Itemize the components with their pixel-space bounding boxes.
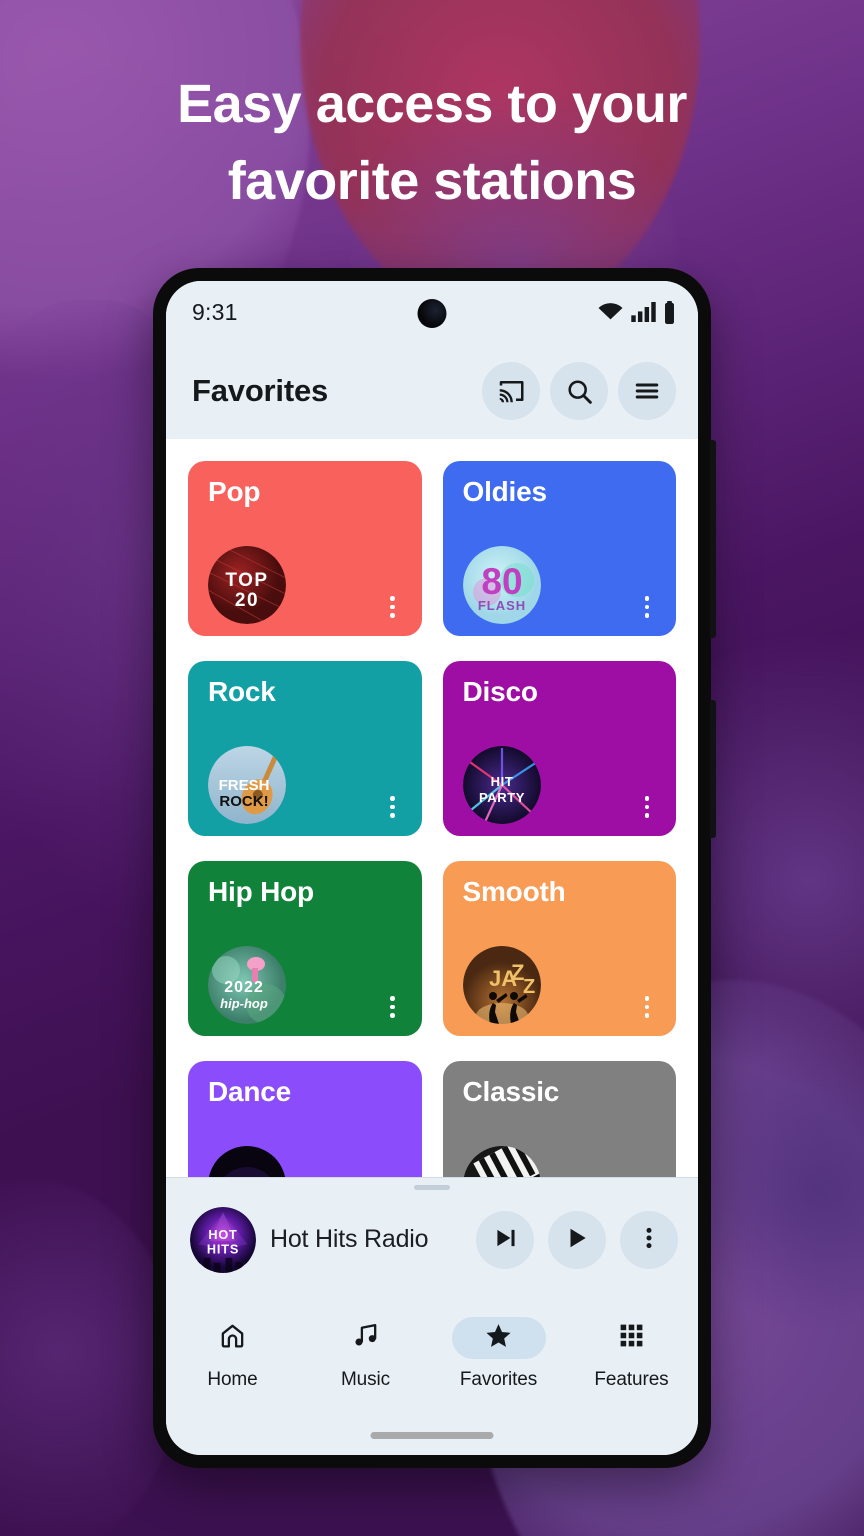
- play-icon: [564, 1225, 590, 1254]
- station-grid: Pop TOP 20 Oldies 80 FLASH Rock FRESH RO…: [188, 461, 676, 1177]
- player-drag-handle[interactable]: [414, 1185, 450, 1190]
- station-overflow-menu[interactable]: [636, 992, 658, 1022]
- svg-text:2022: 2022: [224, 979, 264, 996]
- station-title: Oldies: [462, 476, 548, 507]
- skip-next-icon: [492, 1225, 518, 1254]
- nav-label: Home: [207, 1369, 258, 1390]
- phone-mockup: 9:31 Favorites Pop TOP 20 Oldies 80 FLAS…: [153, 268, 716, 1468]
- menu-button[interactable]: [618, 362, 676, 420]
- station-title: Hip Hop: [208, 876, 314, 907]
- station-overflow-menu[interactable]: [382, 992, 404, 1022]
- station-title: Disco: [462, 676, 538, 707]
- top20-artwork: TOP 20: [208, 546, 286, 624]
- search-button[interactable]: [550, 362, 608, 420]
- station-card-disco[interactable]: Disco HIT PARTY: [442, 661, 676, 836]
- cellular-signal-icon: [631, 302, 656, 322]
- svg-text:ROCK!: ROCK!: [219, 793, 268, 810]
- status-bar: 9:31: [166, 281, 698, 343]
- nav-label: Music: [340, 1369, 391, 1390]
- menu-icon: [632, 376, 662, 406]
- station-card-pop[interactable]: Pop TOP 20: [188, 461, 422, 636]
- svg-text:hip-hop: hip-hop: [220, 996, 268, 1011]
- hiphop2022-artwork: 2022 hip-hop: [208, 946, 286, 1024]
- headline-line-1: Easy access to your: [177, 74, 687, 134]
- app-bar: Favorites: [166, 343, 698, 439]
- svg-text:HIT: HIT: [490, 774, 513, 789]
- page-title: Favorites: [192, 373, 329, 408]
- nav-pill-active: [451, 1317, 546, 1359]
- station-card-classic[interactable]: Classic: [442, 1061, 676, 1177]
- nav-pill: [186, 1317, 280, 1359]
- mini-player[interactable]: HOT HITS Hot Hits Radio: [166, 1177, 698, 1301]
- music-note-icon: [351, 1321, 380, 1355]
- nav-item-features[interactable]: Features: [565, 1317, 698, 1391]
- nav-label: Favorites: [459, 1369, 538, 1390]
- headline-line-2: favorite stations: [227, 150, 637, 211]
- more-vertical-icon: [636, 1225, 662, 1254]
- station-card-oldies[interactable]: Oldies 80 FLASH: [442, 461, 676, 636]
- nav-item-home[interactable]: Home: [166, 1317, 299, 1391]
- svg-text:20: 20: [235, 590, 259, 611]
- promo-headline: Easy access to your favorite stations: [0, 66, 864, 219]
- cast-icon: [496, 376, 526, 406]
- station-card-smooth[interactable]: Smooth JA Z Z: [442, 861, 676, 1036]
- svg-text:FLASH: FLASH: [477, 598, 525, 613]
- dance-artwork: Dance: [208, 1146, 286, 1177]
- station-overflow-menu[interactable]: [382, 592, 404, 622]
- grid-icon: [617, 1321, 646, 1355]
- phone-screen: 9:31 Favorites Pop TOP 20 Oldies 80 FLAS…: [166, 281, 698, 1455]
- station-overflow-menu[interactable]: [636, 792, 658, 822]
- home-icon: [218, 1321, 247, 1355]
- station-title: Rock: [208, 676, 276, 707]
- svg-text:Z: Z: [523, 976, 535, 998]
- station-title: Smooth: [462, 876, 566, 907]
- station-title: Pop: [208, 476, 261, 507]
- nav-pill: [319, 1317, 413, 1359]
- station-card-dance[interactable]: Dance: [188, 1061, 422, 1177]
- station-grid-container: Pop TOP 20 Oldies 80 FLASH Rock FRESH RO…: [166, 439, 698, 1177]
- cast-button[interactable]: [482, 362, 540, 420]
- power-button[interactable]: [710, 700, 716, 838]
- softpiano-artwork: Soft Piano: [463, 1146, 541, 1177]
- svg-text:PARTY: PARTY: [478, 790, 524, 805]
- station-overflow-menu[interactable]: [382, 792, 404, 822]
- svg-text:TOP: TOP: [225, 570, 268, 591]
- svg-text:HOT: HOT: [208, 1228, 237, 1242]
- svg-text:HITS: HITS: [207, 1242, 239, 1256]
- front-camera-punch-hole: [417, 299, 447, 328]
- freshrock-artwork: FRESH ROCK!: [208, 746, 286, 824]
- volume-button[interactable]: [710, 440, 716, 638]
- wifi-icon: [597, 302, 624, 322]
- status-clock: 9:31: [192, 298, 238, 325]
- search-icon: [565, 377, 594, 406]
- star-icon: [484, 1321, 513, 1355]
- svg-text:80: 80: [481, 561, 522, 602]
- more-options-button[interactable]: [620, 1210, 678, 1269]
- 80flash-artwork: 80 FLASH: [462, 546, 541, 624]
- nav-item-favorites[interactable]: Favorites: [432, 1317, 565, 1391]
- nav-item-music[interactable]: Music: [299, 1317, 432, 1391]
- nav-pill: [585, 1317, 679, 1359]
- svg-text:FRESH: FRESH: [219, 777, 270, 794]
- nav-label: Features: [594, 1369, 669, 1390]
- status-icon-group: [597, 300, 676, 324]
- hothits-artwork: HOT HITS: [190, 1206, 256, 1273]
- now-playing-title: Hot Hits Radio: [270, 1225, 429, 1253]
- skip-next-button[interactable]: [476, 1210, 534, 1269]
- play-button[interactable]: [548, 1210, 606, 1269]
- station-overflow-menu[interactable]: [636, 592, 658, 622]
- bottom-navigation: Home Music Favorites Features: [166, 1301, 698, 1455]
- jazz-artwork: JA Z Z: [462, 946, 541, 1024]
- gesture-home-bar[interactable]: [370, 1432, 494, 1439]
- battery-icon: [663, 300, 676, 324]
- station-title: Dance: [208, 1076, 292, 1107]
- station-card-rock[interactable]: Rock FRESH ROCK!: [188, 661, 422, 836]
- station-card-hiphop[interactable]: Hip Hop 2022 hip-hop: [188, 861, 422, 1036]
- station-title: Classic: [462, 1076, 560, 1107]
- hitparty-artwork: HIT PARTY: [462, 746, 541, 824]
